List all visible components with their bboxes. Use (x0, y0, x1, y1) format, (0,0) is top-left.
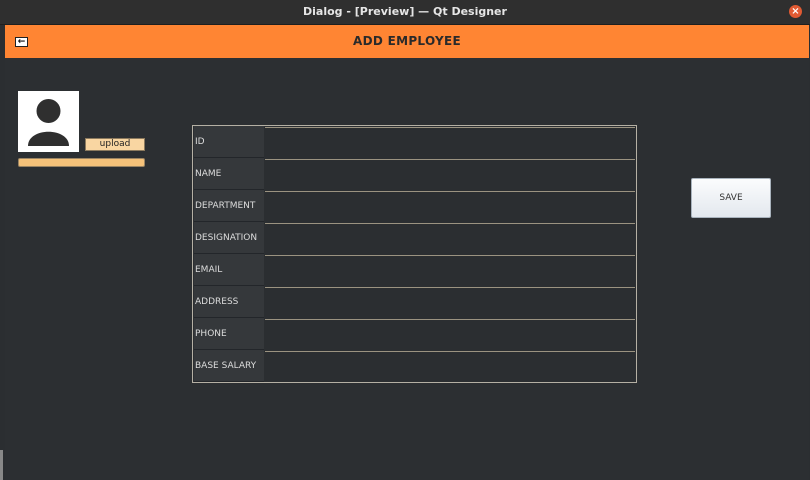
department-field[interactable] (265, 191, 635, 221)
employee-photo (18, 91, 79, 152)
id-field[interactable] (265, 127, 635, 157)
form-row-email: EMAIL (193, 254, 636, 286)
upload-progress-bar (18, 158, 145, 167)
form-row-base-salary: BASE SALARY (193, 350, 636, 382)
form-row-address: ADDRESS (193, 286, 636, 318)
title-bar: Dialog - [Preview] — Qt Designer × (0, 0, 810, 25)
window-edge (0, 450, 3, 480)
close-icon[interactable]: × (789, 5, 802, 18)
field-label: ID (194, 126, 264, 158)
field-label: BASE SALARY (194, 350, 264, 382)
form-row-department: DEPARTMENT (193, 190, 636, 222)
field-label: DESIGNATION (194, 222, 264, 254)
dialog-window: ← ADD EMPLOYEE upload ID NAME DEPARTMENT… (5, 25, 809, 480)
field-label: NAME (194, 158, 264, 190)
upload-button[interactable]: upload (85, 138, 145, 151)
name-field[interactable] (265, 159, 635, 189)
field-label: DEPARTMENT (194, 190, 264, 222)
field-label: EMAIL (194, 254, 264, 286)
form-row-id: ID (193, 126, 636, 158)
field-label: PHONE (194, 318, 264, 350)
phone-field[interactable] (265, 319, 635, 349)
save-button[interactable]: SAVE (691, 178, 771, 218)
employee-form: ID NAME DEPARTMENT DESIGNATION EMAIL ADD… (192, 125, 637, 383)
designation-field[interactable] (265, 223, 635, 253)
form-row-name: NAME (193, 158, 636, 190)
header-bar: ← ADD EMPLOYEE (5, 25, 809, 58)
window-title: Dialog - [Preview] — Qt Designer (303, 5, 507, 18)
form-row-designation: DESIGNATION (193, 222, 636, 254)
base-salary-field[interactable] (265, 351, 635, 381)
field-label: ADDRESS (194, 286, 264, 318)
form-row-phone: PHONE (193, 318, 636, 350)
user-avatar-icon (28, 99, 69, 146)
page-title: ADD EMPLOYEE (353, 34, 461, 48)
address-field[interactable] (265, 287, 635, 317)
email-field[interactable] (265, 255, 635, 285)
